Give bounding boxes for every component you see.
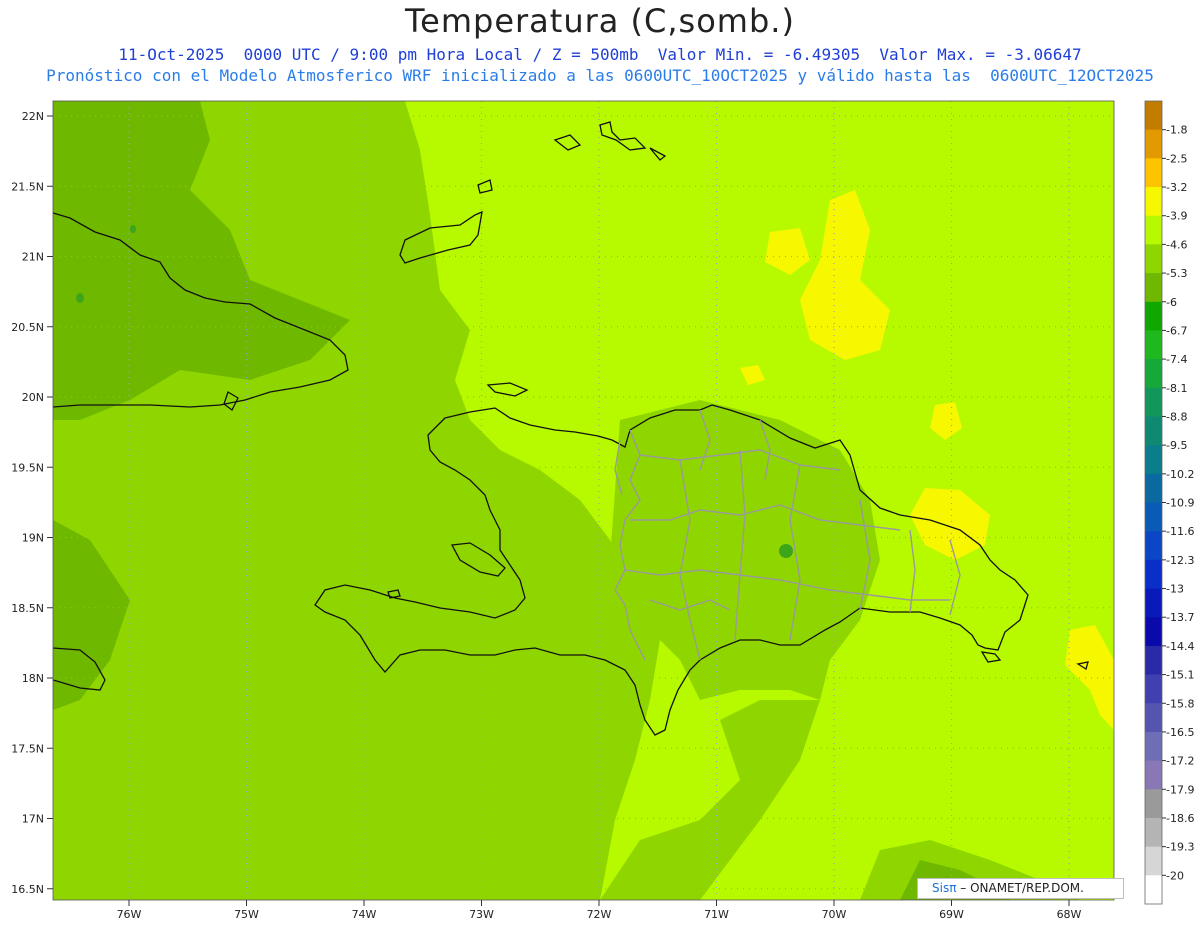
lat-tick-label: 17.5N (11, 742, 44, 755)
colorbar-label: -16.5 (1166, 726, 1194, 739)
lon-tick-label: 75W (234, 908, 259, 921)
colorbar-label: -7.4 (1166, 353, 1187, 366)
colorbar-label: -15.8 (1166, 697, 1194, 710)
colorbar-label: -6.7 (1166, 324, 1187, 337)
colorbar-label: -13 (1166, 583, 1184, 596)
lon-tick-label: 70W (822, 908, 847, 921)
colorbar-swatch (1145, 559, 1162, 589)
colorbar-swatch (1145, 101, 1162, 131)
colorbar-swatch (1145, 387, 1162, 417)
longitude-axis: 76W 75W 74W 73W 72W 71W 70W 69W 68W (117, 900, 1082, 921)
colorbar-label: -11.6 (1166, 525, 1194, 538)
colorbar-swatch (1145, 731, 1162, 762)
colorbar-label: -13.7 (1166, 611, 1194, 624)
onamet-label: – ONAMET/REP.DOM. (956, 881, 1084, 895)
coast-cuba-w2 (53, 406, 54, 407)
colorbar-label: -18.6 (1166, 812, 1194, 825)
lat-tick-label: 20.5N (11, 321, 44, 334)
colorbar-label: -10.9 (1166, 497, 1194, 510)
colorbar-swatch (1145, 129, 1162, 159)
colorbar-label: -8.8 (1166, 410, 1187, 423)
lon-tick-label: 71W (704, 908, 729, 921)
temperature-map: 22N 21.5N 21N 20.5N 20N 19.5N 19N 18.5N 18N 17.5N… (11, 100, 1194, 921)
lon-tick-label: 74W (352, 908, 377, 921)
sispi-label: Sisπ (932, 881, 957, 895)
colorbar-label: -9.5 (1166, 439, 1187, 452)
lon-tick-label: 76W (117, 908, 142, 921)
colorbar-swatch (1145, 473, 1162, 503)
colorbar-swatch (1145, 588, 1162, 618)
shaded-field (53, 101, 1114, 900)
colorbar-label: -17.9 (1166, 783, 1194, 796)
lat-tick-label: 16.5N (11, 883, 44, 896)
colorbar-label: -20 (1166, 869, 1184, 882)
colorbar-label: -17.2 (1166, 755, 1194, 768)
colorbar-swatch (1145, 645, 1162, 675)
colorbar-label: -5.3 (1166, 267, 1187, 280)
colorbar-swatch (1145, 244, 1162, 274)
colorbar-swatch (1145, 875, 1162, 905)
colorbar-label: -19.3 (1166, 841, 1194, 854)
lat-tick-label: 19.5N (11, 461, 44, 474)
lon-tick-label: 69W (939, 908, 964, 921)
colorbar-label: -3.2 (1166, 181, 1187, 194)
lat-tick-label: 18.5N (11, 602, 44, 615)
colorbar-swatch (1145, 674, 1162, 704)
colorbar: -1.8 -2.5 -3.2 -3.9 -4.6 -5.3 -6 -6.7 -7.4 -8.1 -8… (1144, 100, 1194, 905)
colorbar-swatch (1145, 789, 1162, 819)
lat-tick-label: 19N (22, 532, 44, 545)
colorbar-label: -14.4 (1166, 640, 1194, 653)
sispi-logo: Sisπ – ONAMET/REP.DOM. (917, 878, 1124, 899)
colorbar-swatch (1145, 846, 1162, 876)
colorbar-swatch (1145, 330, 1162, 360)
colorbar-label: -10.2 (1166, 468, 1194, 481)
field-darkest-spot2 (130, 225, 136, 233)
colorbar-label: -4.6 (1166, 238, 1187, 251)
colorbar-swatch (1145, 158, 1162, 188)
colorbar-swatch (1145, 187, 1162, 217)
colorbar-label: -15.1 (1166, 669, 1194, 682)
colorbar-swatch (1145, 617, 1162, 647)
field-darkest-spot (779, 544, 793, 558)
colorbar-swatch (1145, 531, 1162, 561)
colorbar-swatch (1145, 273, 1162, 303)
lat-tick-label: 18N (22, 672, 44, 685)
lon-tick-label: 68W (1057, 908, 1082, 921)
colorbar-label: -6 (1166, 296, 1177, 309)
colorbar-label: -12.3 (1166, 554, 1194, 567)
colorbar-label: -2.5 (1166, 152, 1187, 165)
field-darkest-spot3 (76, 293, 84, 303)
lat-tick-label: 21.5N (11, 180, 44, 193)
colorbar-swatch (1145, 760, 1162, 790)
lat-tick-label: 20N (22, 391, 44, 404)
colorbar-swatch (1145, 416, 1162, 446)
colorbar-swatch (1145, 359, 1162, 389)
lat-tick-label: 21N (22, 251, 44, 264)
colorbar-swatch (1145, 301, 1162, 331)
colorbar-swatch (1145, 215, 1162, 245)
lon-tick-label: 73W (469, 908, 494, 921)
lat-tick-label: 17N (22, 813, 44, 826)
lat-tick-label: 22N (22, 110, 44, 123)
colorbar-label: -1.8 (1166, 124, 1187, 137)
colorbar-label: -3.9 (1166, 210, 1187, 223)
coast-jamaica2 (53, 646, 54, 648)
colorbar-swatch (1145, 502, 1162, 532)
colorbar-swatch (1145, 817, 1162, 848)
colorbar-label: -8.1 (1166, 382, 1187, 395)
colorbar-swatch (1145, 445, 1162, 475)
coast-cuba-w (53, 211, 54, 213)
lon-tick-label: 72W (587, 908, 612, 921)
colorbar-swatch (1145, 703, 1162, 733)
latitude-axis: 22N 21.5N 21N 20.5N 20N 19.5N 19N 18.5N 18N 17.5N… (11, 110, 53, 896)
